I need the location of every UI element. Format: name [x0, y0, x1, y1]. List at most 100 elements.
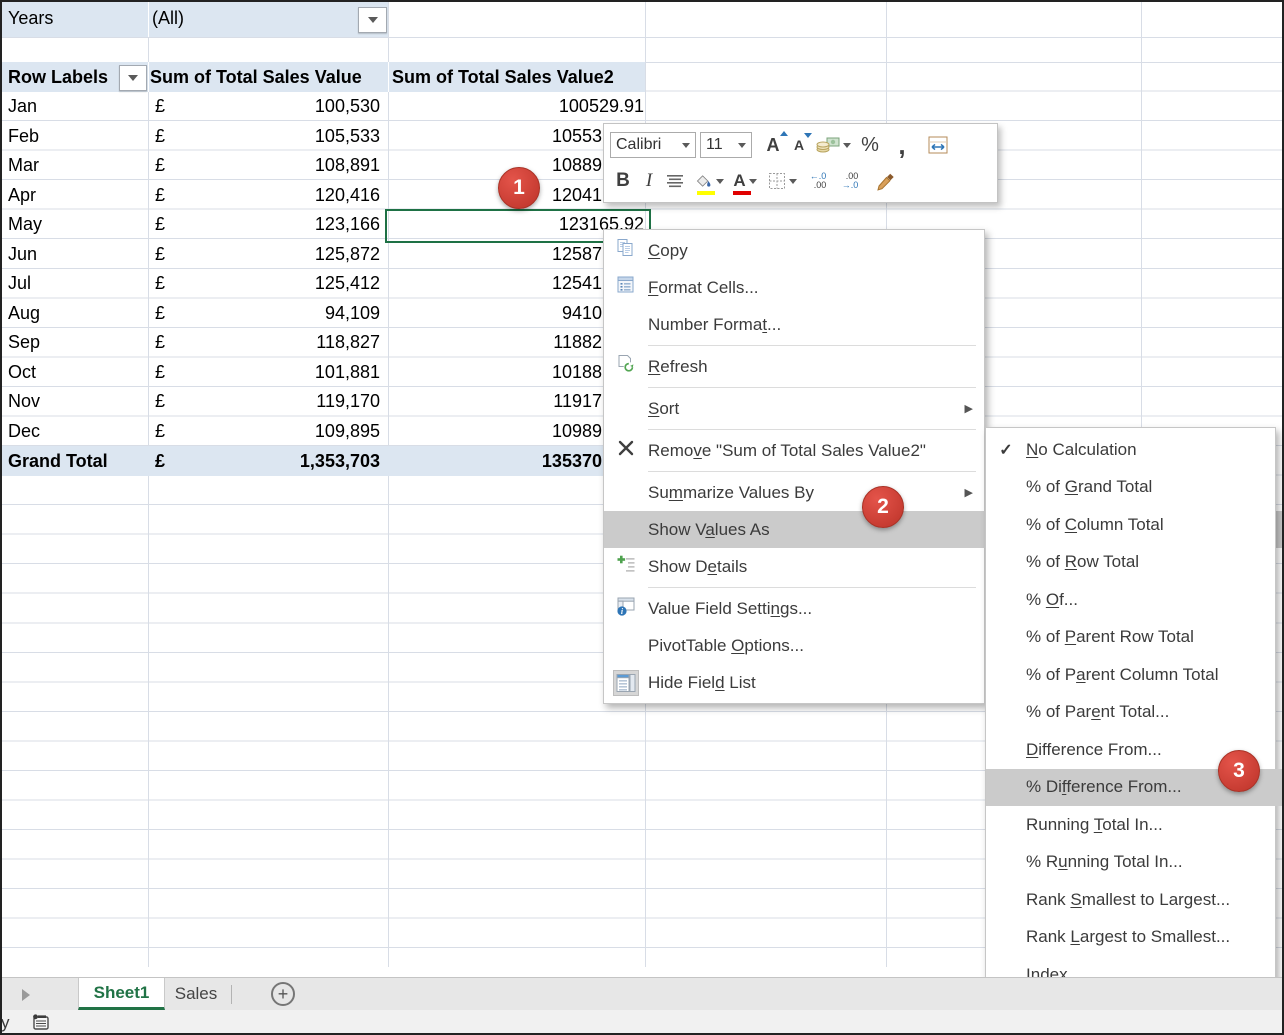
currency-cell[interactable]: £	[155, 299, 165, 329]
submenu-item-pct-running-total-in[interactable]: % Running Total In...	[986, 844, 1275, 882]
menu-item-sort[interactable]: Sort▶	[604, 390, 984, 427]
menu-item-summarize-values-by[interactable]: Summarize Values By▶	[604, 474, 984, 511]
font-name-combo[interactable]: Calibri	[610, 132, 696, 158]
pivot-row-feb[interactable]: Feb £105,533 10553	[0, 122, 645, 152]
row-label-cell[interactable]: May	[8, 210, 42, 240]
value1-cell[interactable]: 1,353,703	[170, 446, 380, 476]
menu-item-pivottable-options[interactable]: PivotTable Options...	[604, 627, 984, 664]
submenu-item-running-total-in[interactable]: Running Total In...	[986, 806, 1275, 844]
pivot-row-jun[interactable]: Jun£125,87212587	[0, 240, 645, 270]
row-label-cell[interactable]: Sep	[8, 328, 40, 358]
menu-item-show-details[interactable]: Show Details	[604, 548, 984, 585]
percent-style-button[interactable]: %	[857, 130, 883, 160]
row-label-cell[interactable]: Jul	[8, 269, 31, 299]
submenu-item-pct-of-parent-row-total[interactable]: % of Parent Row Total	[986, 619, 1275, 657]
currency-cell[interactable]: £	[155, 181, 165, 211]
row-label-cell[interactable]: Grand Total	[8, 446, 108, 476]
accounting-format-button[interactable]	[816, 130, 851, 160]
row-label-cell[interactable]: Dec	[8, 417, 40, 447]
value2-header[interactable]: Sum of Total Sales Value2	[392, 62, 614, 92]
currency-cell[interactable]: £	[155, 269, 165, 299]
value2-cell[interactable]: 12541	[396, 269, 602, 299]
filter-field-label[interactable]: Years	[8, 0, 53, 37]
row-labels-header[interactable]: Row Labels	[8, 62, 108, 92]
value2-cell[interactable]: 11882	[396, 328, 602, 358]
currency-cell[interactable]: £	[155, 358, 165, 388]
currency-cell[interactable]: £	[155, 92, 165, 122]
value2-cell[interactable]: 9410	[396, 299, 602, 329]
menu-item-remove-field[interactable]: Remove "Sum of Total Sales Value2"	[604, 432, 984, 469]
menu-item-format-cells[interactable]: Format Cells...	[604, 269, 984, 306]
submenu-item-pct-of-parent-column-total[interactable]: % of Parent Column Total	[986, 656, 1275, 694]
pivot-row-mar[interactable]: Mar£108,89110889	[0, 151, 645, 181]
value1-cell[interactable]: 109,895	[170, 417, 380, 447]
tab-sales[interactable]: Sales	[165, 978, 227, 1010]
fill-color-button[interactable]	[694, 166, 724, 196]
row-label-cell[interactable]: Feb	[8, 122, 39, 152]
value2-cell[interactable]: 10553	[396, 122, 602, 152]
submenu-item-pct-of[interactable]: % Of...	[986, 581, 1275, 619]
sheet-nav-right-icon[interactable]	[22, 989, 30, 1001]
currency-cell[interactable]: £	[155, 240, 165, 270]
submenu-item-pct-of-row-total[interactable]: % of Row Total	[986, 544, 1275, 582]
pivot-row-sep[interactable]: Sep £118,827 11882	[0, 328, 645, 358]
comma-style-button[interactable]: ,	[889, 130, 915, 160]
decrease-decimal-button[interactable]: ←.0.00	[805, 166, 831, 196]
menu-item-number-format[interactable]: Number Format...	[604, 306, 984, 343]
pivot-row-jul[interactable]: Jul £125,412 12541	[0, 269, 645, 299]
row-labels-filter-button[interactable]	[119, 65, 147, 91]
currency-cell[interactable]: £	[155, 417, 165, 447]
row-label-cell[interactable]: Aug	[8, 299, 40, 329]
submenu-item-pct-of-column-total[interactable]: % of Column Total	[986, 506, 1275, 544]
row-label-cell[interactable]: Mar	[8, 151, 39, 181]
macro-record-icon[interactable]	[31, 1014, 51, 1031]
value1-cell[interactable]: 108,891	[170, 151, 380, 181]
currency-cell[interactable]: £	[155, 446, 165, 476]
submenu-item-no-calculation[interactable]: ✓No Calculation	[986, 431, 1275, 469]
value2-cell[interactable]: 135370	[396, 446, 602, 476]
menu-item-refresh[interactable]: Refresh	[604, 348, 984, 385]
value1-cell[interactable]: 118,827	[170, 328, 380, 358]
pivot-row-oct[interactable]: Oct £101,881 10188	[0, 358, 645, 388]
value1-cell[interactable]: 101,881	[170, 358, 380, 388]
value1-cell[interactable]: 100,530	[170, 92, 380, 122]
value1-cell[interactable]: 123,166	[170, 210, 380, 240]
pivot-row-aug[interactable]: Aug £94,109 9410	[0, 299, 645, 329]
submenu-item-rank-smallest-to-largest[interactable]: Rank Smallest to Largest...	[986, 881, 1275, 919]
row-label-cell[interactable]: Oct	[8, 358, 36, 388]
currency-cell[interactable]: £	[155, 328, 165, 358]
autofit-button[interactable]	[925, 130, 951, 160]
submenu-item-pct-of-grand-total[interactable]: % of Grand Total	[986, 469, 1275, 507]
align-center-button[interactable]	[662, 166, 688, 196]
value2-cell[interactable]: 12587	[396, 240, 602, 270]
grow-font-button[interactable]: A	[760, 130, 786, 160]
value1-cell[interactable]: 120,416	[170, 181, 380, 211]
currency-cell[interactable]: £	[155, 387, 165, 417]
value2-cell[interactable]: 10188	[396, 358, 602, 388]
italic-button[interactable]: I	[636, 166, 662, 196]
font-color-button[interactable]: A	[730, 166, 760, 196]
row-label-cell[interactable]: Nov	[8, 387, 40, 417]
row-label-cell[interactable]: Apr	[8, 181, 36, 211]
currency-cell[interactable]: £	[155, 122, 165, 152]
value1-cell[interactable]: 125,412	[170, 269, 380, 299]
pivot-grand-total-row[interactable]: Grand Total £1,353,703 135370	[0, 446, 645, 476]
pivot-row-dec[interactable]: Dec£109,89510989	[0, 417, 645, 447]
pivot-row-apr[interactable]: Apr£120,41612041	[0, 181, 645, 211]
value1-cell[interactable]: 105,533	[170, 122, 380, 152]
currency-cell[interactable]: £	[155, 151, 165, 181]
row-label-cell[interactable]: Jan	[8, 92, 37, 122]
value1-cell[interactable]: 94,109	[170, 299, 380, 329]
submenu-item-pct-of-parent-total[interactable]: % of Parent Total...	[986, 694, 1275, 732]
shrink-font-button[interactable]: A	[786, 130, 812, 160]
pivot-row-nov[interactable]: Nov£119,17011917	[0, 387, 645, 417]
pivot-row-jan[interactable]: Jan £100,530 100529.91	[0, 92, 645, 122]
increase-decimal-button[interactable]: .00→.0	[837, 166, 863, 196]
borders-button[interactable]	[768, 166, 797, 196]
value2-cell[interactable]: 100529.91	[396, 92, 644, 122]
font-size-combo[interactable]: 11	[700, 132, 752, 158]
filter-value[interactable]: (All)	[152, 0, 184, 37]
currency-cell[interactable]: £	[155, 210, 165, 240]
submenu-item-rank-largest-to-smallest[interactable]: Rank Largest to Smallest...	[986, 919, 1275, 957]
menu-item-hide-field-list[interactable]: Hide Field List	[604, 664, 984, 701]
